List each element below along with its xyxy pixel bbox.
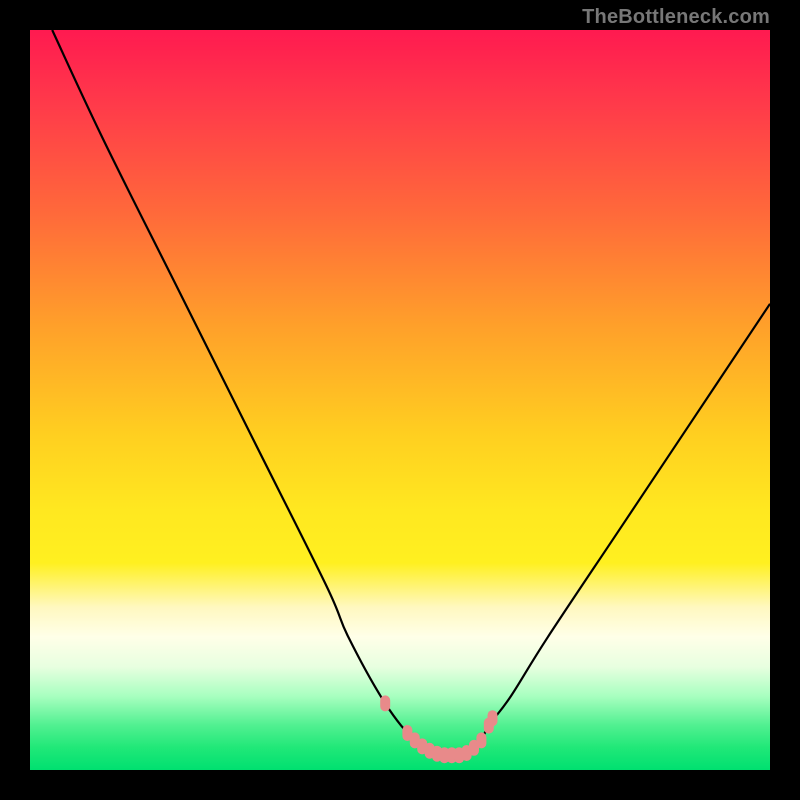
marker-point [488, 710, 498, 726]
bottleneck-curve [52, 30, 770, 756]
marker-point [476, 732, 486, 748]
highlight-markers [380, 695, 497, 763]
attribution-text: TheBottleneck.com [582, 6, 770, 29]
chart-frame: TheBottleneck.com [0, 0, 800, 800]
marker-point [380, 695, 390, 711]
curve-svg [30, 30, 770, 770]
plot-area [30, 30, 770, 770]
